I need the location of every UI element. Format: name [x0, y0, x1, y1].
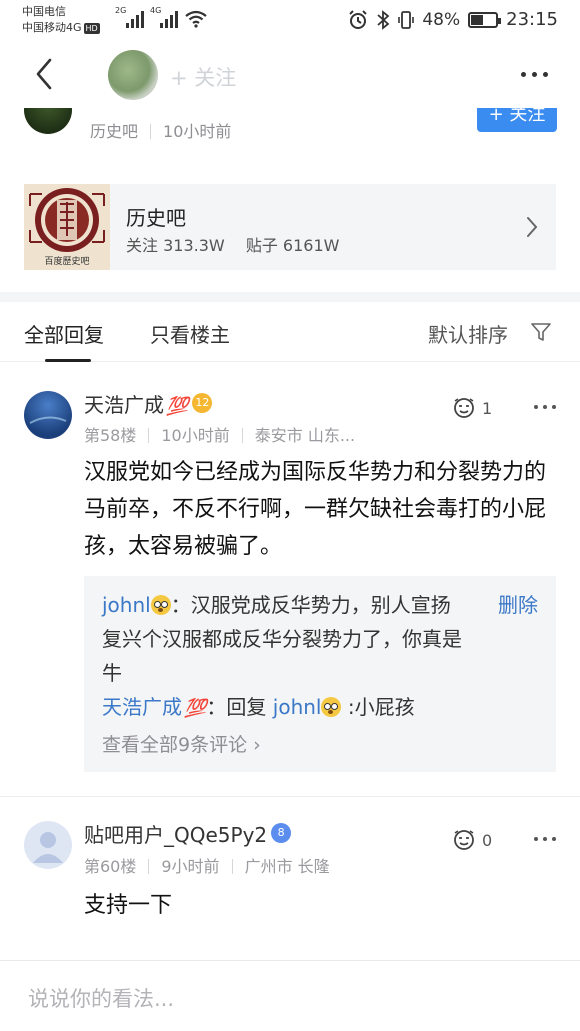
sub-reply[interactable]: johnl ：汉服党成反华势力，别人宣扬复兴个汉服都成反华分裂势力了，你真是牛	[102, 588, 538, 690]
comment-avatar[interactable]	[24, 391, 72, 439]
clock: 23:15	[506, 9, 558, 30]
tab-active-indicator	[45, 359, 91, 362]
sub-reply-author[interactable]: 天浩广成 💯	[102, 695, 206, 719]
forum-card[interactable]: 百度歷史吧 历史吧 关注 313.3W 贴子 6161W	[24, 184, 556, 270]
default-avatar-icon	[33, 832, 63, 863]
post-forum-name[interactable]: 历史吧	[90, 122, 138, 141]
comment-more-icon[interactable]	[534, 405, 556, 409]
forum-card-stats: 关注 313.3W 贴子 6161W	[126, 232, 355, 256]
comment-content: 汉服党如今已经成为国际反华势力和分裂势力的马前卒，不反不行啊，一群欠缺社会毒打的…	[84, 460, 547, 559]
alarm-icon	[349, 9, 368, 29]
section-divider	[0, 292, 580, 302]
top-nav: + 关注	[0, 42, 580, 108]
comment-avatar[interactable]	[24, 821, 72, 869]
network-type-1: 2G	[115, 6, 127, 15]
comment-item: 贴吧用户_QQe5Py2 8 第60楼 9小时前 广州市 长隆 0 支持一下	[0, 797, 580, 957]
status-bar: 中国电信 中国移动4G HD 2G 4G 48% 23:15	[0, 0, 580, 42]
nav-follow-button[interactable]: + 关注	[170, 62, 236, 92]
like-button[interactable]: 1	[452, 396, 492, 420]
forum-logo-caption: 百度歷史吧	[44, 255, 89, 267]
signal-icon-2	[160, 10, 178, 28]
sort-dropdown[interactable]: 默认排序	[428, 319, 508, 348]
comment-author[interactable]: 天浩广成 💯 12	[84, 389, 213, 418]
sub-replies: johnl ：汉服党成反华势力，别人宣扬复兴个汉服都成反华分裂势力了，你真是牛 删…	[84, 576, 556, 772]
hd-badge: HD	[83, 22, 100, 34]
like-count: 0	[482, 830, 493, 850]
comment-meta: 第60楼 9小时前 广州市 长隆	[84, 857, 330, 876]
carrier-2: 中国移动4G HD	[22, 21, 100, 34]
flushed-face-icon	[321, 697, 342, 717]
hundred-points-icon: 💯	[184, 698, 207, 719]
like-button[interactable]: 0	[452, 828, 492, 852]
reply-tabs: 全部回复 只看楼主 默认排序	[0, 302, 580, 362]
comment-content: 支持一下	[84, 893, 173, 918]
chevron-right-icon	[527, 217, 538, 237]
sub-reply[interactable]: 天浩广成 💯：回复 johnl :小屁孩	[102, 690, 538, 726]
post-author-avatar[interactable]	[24, 108, 72, 134]
like-face-icon	[454, 830, 474, 850]
tab-all-replies[interactable]: 全部回复	[24, 319, 104, 348]
level-badge: 12	[192, 393, 213, 413]
forum-followers: 关注 313.3W	[126, 236, 225, 255]
back-arrow-icon[interactable]	[30, 56, 62, 92]
like-face-icon	[454, 398, 474, 418]
post-meta: 历史吧 10小时前	[90, 118, 231, 142]
nav-author-avatar[interactable]	[108, 50, 158, 100]
forum-logo: 百度歷史吧	[24, 184, 110, 270]
wifi-icon	[185, 10, 207, 28]
comment-author[interactable]: 贴吧用户_QQe5Py2 8	[84, 819, 292, 848]
filter-icon[interactable]	[530, 321, 552, 343]
tab-owner-only[interactable]: 只看楼主	[150, 319, 230, 348]
flushed-face-icon	[150, 595, 171, 615]
more-menu-icon[interactable]	[521, 72, 548, 77]
level-badge: 8	[271, 823, 292, 843]
battery-percent: 48%	[422, 9, 461, 30]
sub-reply-author[interactable]: johnl	[102, 593, 151, 617]
reply-bar: 说说你的看法...	[0, 960, 580, 1031]
view-all-replies-link[interactable]: 查看全部9条评论 ›	[102, 728, 538, 762]
comment-item: 天浩广成 💯 12 第58楼 10小时前 泰安市 山东... 1 汉服党如今已经成为国际…	[0, 363, 580, 795]
forum-card-name: 历史吧	[126, 206, 186, 230]
reply-target[interactable]: johnl	[273, 695, 322, 719]
follow-button[interactable]: + 关注	[477, 108, 557, 132]
bluetooth-icon	[377, 9, 390, 30]
carrier-1: 中国电信	[22, 5, 66, 18]
hundred-points-icon: 💯	[166, 396, 189, 417]
comment-meta: 第58楼 10小时前 泰安市 山东...	[84, 426, 356, 445]
post-header: 历史吧 10小时前 + 关注	[0, 108, 580, 160]
like-count: 1	[482, 398, 493, 418]
delete-button[interactable]: 删除	[498, 588, 538, 622]
forum-posts: 贴子 6161W	[245, 236, 340, 255]
comment-more-icon[interactable]	[534, 837, 556, 841]
battery-icon	[468, 11, 502, 28]
signal-icon-1	[126, 10, 144, 28]
vibrate-icon	[398, 10, 415, 29]
reply-input[interactable]: 说说你的看法...	[28, 983, 174, 1013]
post-time: 10小时前	[163, 122, 232, 141]
